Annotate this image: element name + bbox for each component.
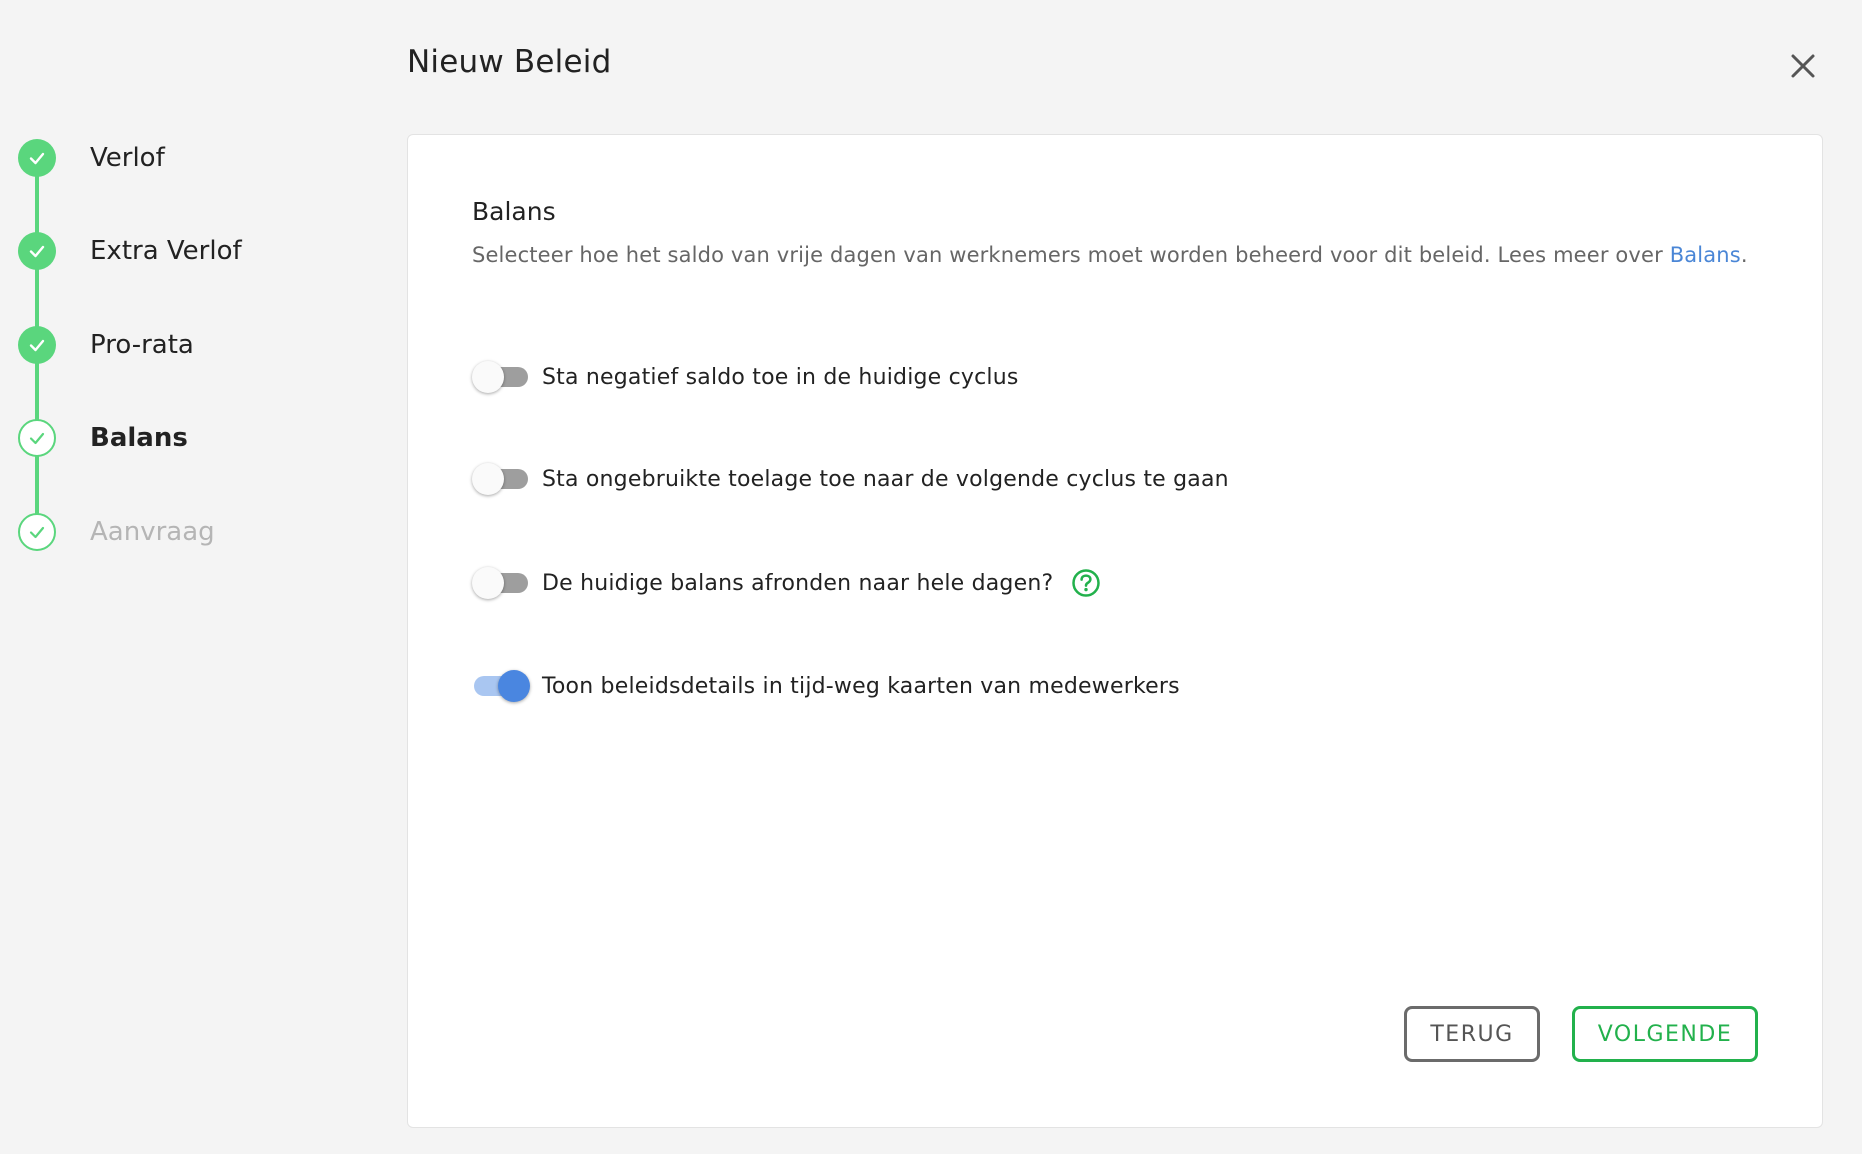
step-complete-marker: [18, 139, 56, 177]
step-label: Extra Verlof: [90, 236, 242, 266]
close-button[interactable]: [1785, 48, 1821, 84]
toggle-thumb[interactable]: [472, 463, 504, 495]
section-title: Balans: [472, 197, 556, 226]
toggle-row-negative-balance: Sta negatief saldo toe in de huidige cyc…: [472, 357, 1019, 397]
next-button[interactable]: VOLGENDE: [1572, 1006, 1758, 1062]
negative-balance-toggle[interactable]: [472, 359, 530, 395]
step-complete-marker: [18, 326, 56, 364]
step-extra-verlof[interactable]: Extra Verlof: [18, 231, 242, 271]
toggle-thumb[interactable]: [472, 567, 504, 599]
step-label: Aanvraag: [90, 517, 215, 547]
carry-over-toggle[interactable]: [472, 461, 530, 497]
toggle-row-round-balance: De huidige balans afronden naar hele dag…: [472, 563, 1101, 603]
check-icon: [29, 245, 45, 258]
stepper: Verlof Extra Verlof Pro-rata Balans Aanv…: [0, 0, 380, 600]
check-icon: [29, 339, 45, 352]
toggle-label: Toon beleidsdetails in tijd-weg kaarten …: [542, 673, 1180, 699]
section-description: Selecteer hoe het saldo van vrije dagen …: [472, 243, 1748, 267]
toggle-thumb[interactable]: [472, 361, 504, 393]
description-suffix: .: [1740, 243, 1748, 267]
toggle-label: Sta ongebruikte toelage toe naar de volg…: [542, 466, 1229, 492]
show-policy-details-toggle[interactable]: [472, 668, 530, 704]
close-icon[interactable]: [1785, 48, 1821, 84]
description-text: Selecteer hoe het saldo van vrije dagen …: [472, 243, 1670, 267]
step-label: Verlof: [90, 143, 165, 173]
step-complete-marker: [18, 232, 56, 270]
step-upcoming-marker: [18, 513, 56, 551]
check-icon: [29, 432, 45, 445]
step-verlof[interactable]: Verlof: [18, 138, 165, 178]
toggle-thumb[interactable]: [498, 670, 530, 702]
round-balance-toggle[interactable]: [472, 565, 530, 601]
page-title: Nieuw Beleid: [407, 44, 612, 80]
check-icon: [29, 526, 45, 539]
step-pro-rata[interactable]: Pro-rata: [18, 325, 194, 365]
toggle-row-show-details: Toon beleidsdetails in tijd-weg kaarten …: [472, 666, 1180, 706]
step-label: Balans: [90, 423, 188, 453]
balans-help-link[interactable]: Balans: [1670, 243, 1741, 267]
help-circle-icon[interactable]: [1071, 568, 1101, 598]
step-label: Pro-rata: [90, 330, 194, 360]
toggle-label: De huidige balans afronden naar hele dag…: [542, 570, 1054, 596]
policy-form-card: Balans Selecteer hoe het saldo van vrije…: [407, 134, 1823, 1128]
step-aanvraag[interactable]: Aanvraag: [18, 512, 215, 552]
back-button[interactable]: TERUG: [1404, 1006, 1540, 1062]
step-current-marker: [18, 419, 56, 457]
check-icon: [29, 152, 45, 165]
toggle-label: Sta negatief saldo toe in de huidige cyc…: [542, 364, 1019, 390]
toggle-row-carry-over: Sta ongebruikte toelage toe naar de volg…: [472, 459, 1229, 499]
step-balans[interactable]: Balans: [18, 418, 188, 458]
